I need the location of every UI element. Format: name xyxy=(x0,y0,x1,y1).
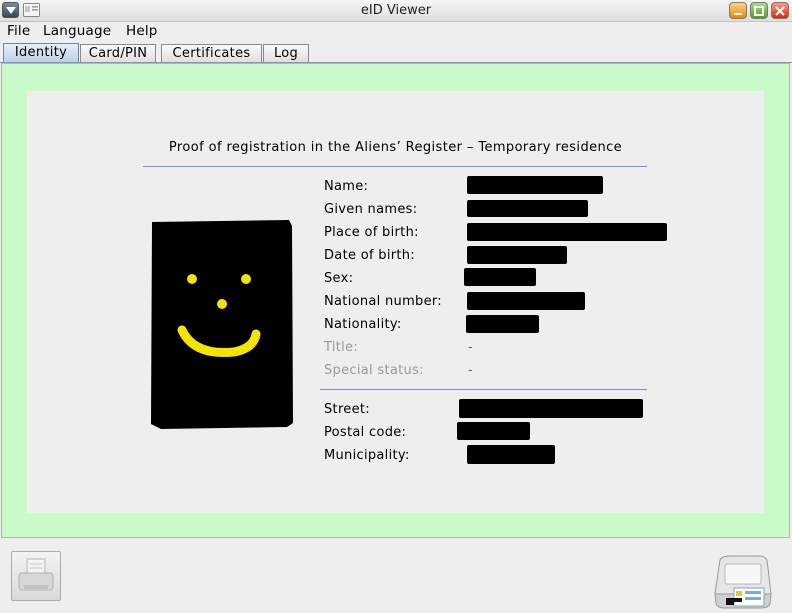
street-label: Street: xyxy=(324,402,370,417)
tab-bar: Identity Card/PIN Certificates Log xyxy=(0,42,792,64)
name-value-redacted xyxy=(467,176,603,194)
maximize-icon xyxy=(754,6,764,16)
sex-label: Sex: xyxy=(324,271,354,286)
document-title: Proof of registration in the Aliens’ Reg… xyxy=(168,140,623,155)
title-label: Title: xyxy=(324,340,359,355)
nationality-label: Nationality: xyxy=(324,317,402,332)
tab-identity[interactable]: Identity xyxy=(3,43,79,64)
street-value-redacted xyxy=(459,399,643,418)
title-bar: eID Viewer xyxy=(0,0,792,22)
postal-code-label: Postal code: xyxy=(324,425,407,440)
sex-value-redacted xyxy=(464,268,536,286)
national-number-label: National number: xyxy=(324,294,442,309)
menu-help[interactable]: Help xyxy=(126,23,158,39)
title-value: - xyxy=(468,340,473,355)
place-of-birth-value-redacted xyxy=(467,223,667,241)
special-status-label: Special status: xyxy=(324,363,424,378)
photo-smiley-icon xyxy=(151,220,293,429)
tab-card-pin[interactable]: Card/PIN xyxy=(80,44,156,64)
print-button[interactable] xyxy=(11,551,61,601)
given-names-value-redacted xyxy=(467,200,588,217)
municipality-label: Municipality: xyxy=(324,448,410,463)
close-button[interactable] xyxy=(771,2,789,19)
address-separator xyxy=(320,389,647,390)
title-separator xyxy=(143,166,647,167)
bottom-bar xyxy=(0,538,792,613)
window-title: eID Viewer xyxy=(360,3,432,18)
nationality-value-redacted xyxy=(466,315,539,333)
identity-content-frame: Proof of registration in the Aliens’ Reg… xyxy=(1,63,790,538)
national-number-value-redacted xyxy=(467,292,585,310)
identity-panel: Proof of registration in the Aliens’ Reg… xyxy=(27,91,764,513)
menu-language[interactable]: Language xyxy=(43,23,111,39)
maximize-button[interactable] xyxy=(750,2,768,19)
municipality-value-redacted xyxy=(467,445,555,464)
given-names-label: Given names: xyxy=(324,202,418,217)
minimize-button[interactable] xyxy=(729,2,747,19)
date-of-birth-label: Date of birth: xyxy=(324,248,415,263)
postal-code-value-redacted xyxy=(457,422,530,440)
printer-icon xyxy=(18,558,54,591)
special-status-value: - xyxy=(468,363,473,378)
tab-certificates[interactable]: Certificates xyxy=(161,44,262,64)
menu-bar: File Language Help xyxy=(0,22,792,42)
menu-file[interactable]: File xyxy=(7,23,30,39)
place-of-birth-label: Place of birth: xyxy=(324,225,419,240)
name-label: Name: xyxy=(324,179,369,194)
minimize-icon xyxy=(734,13,742,15)
date-of-birth-value-redacted xyxy=(467,246,567,264)
tab-log[interactable]: Log xyxy=(263,44,309,64)
card-reader-icon xyxy=(714,555,772,609)
close-icon xyxy=(775,6,785,16)
